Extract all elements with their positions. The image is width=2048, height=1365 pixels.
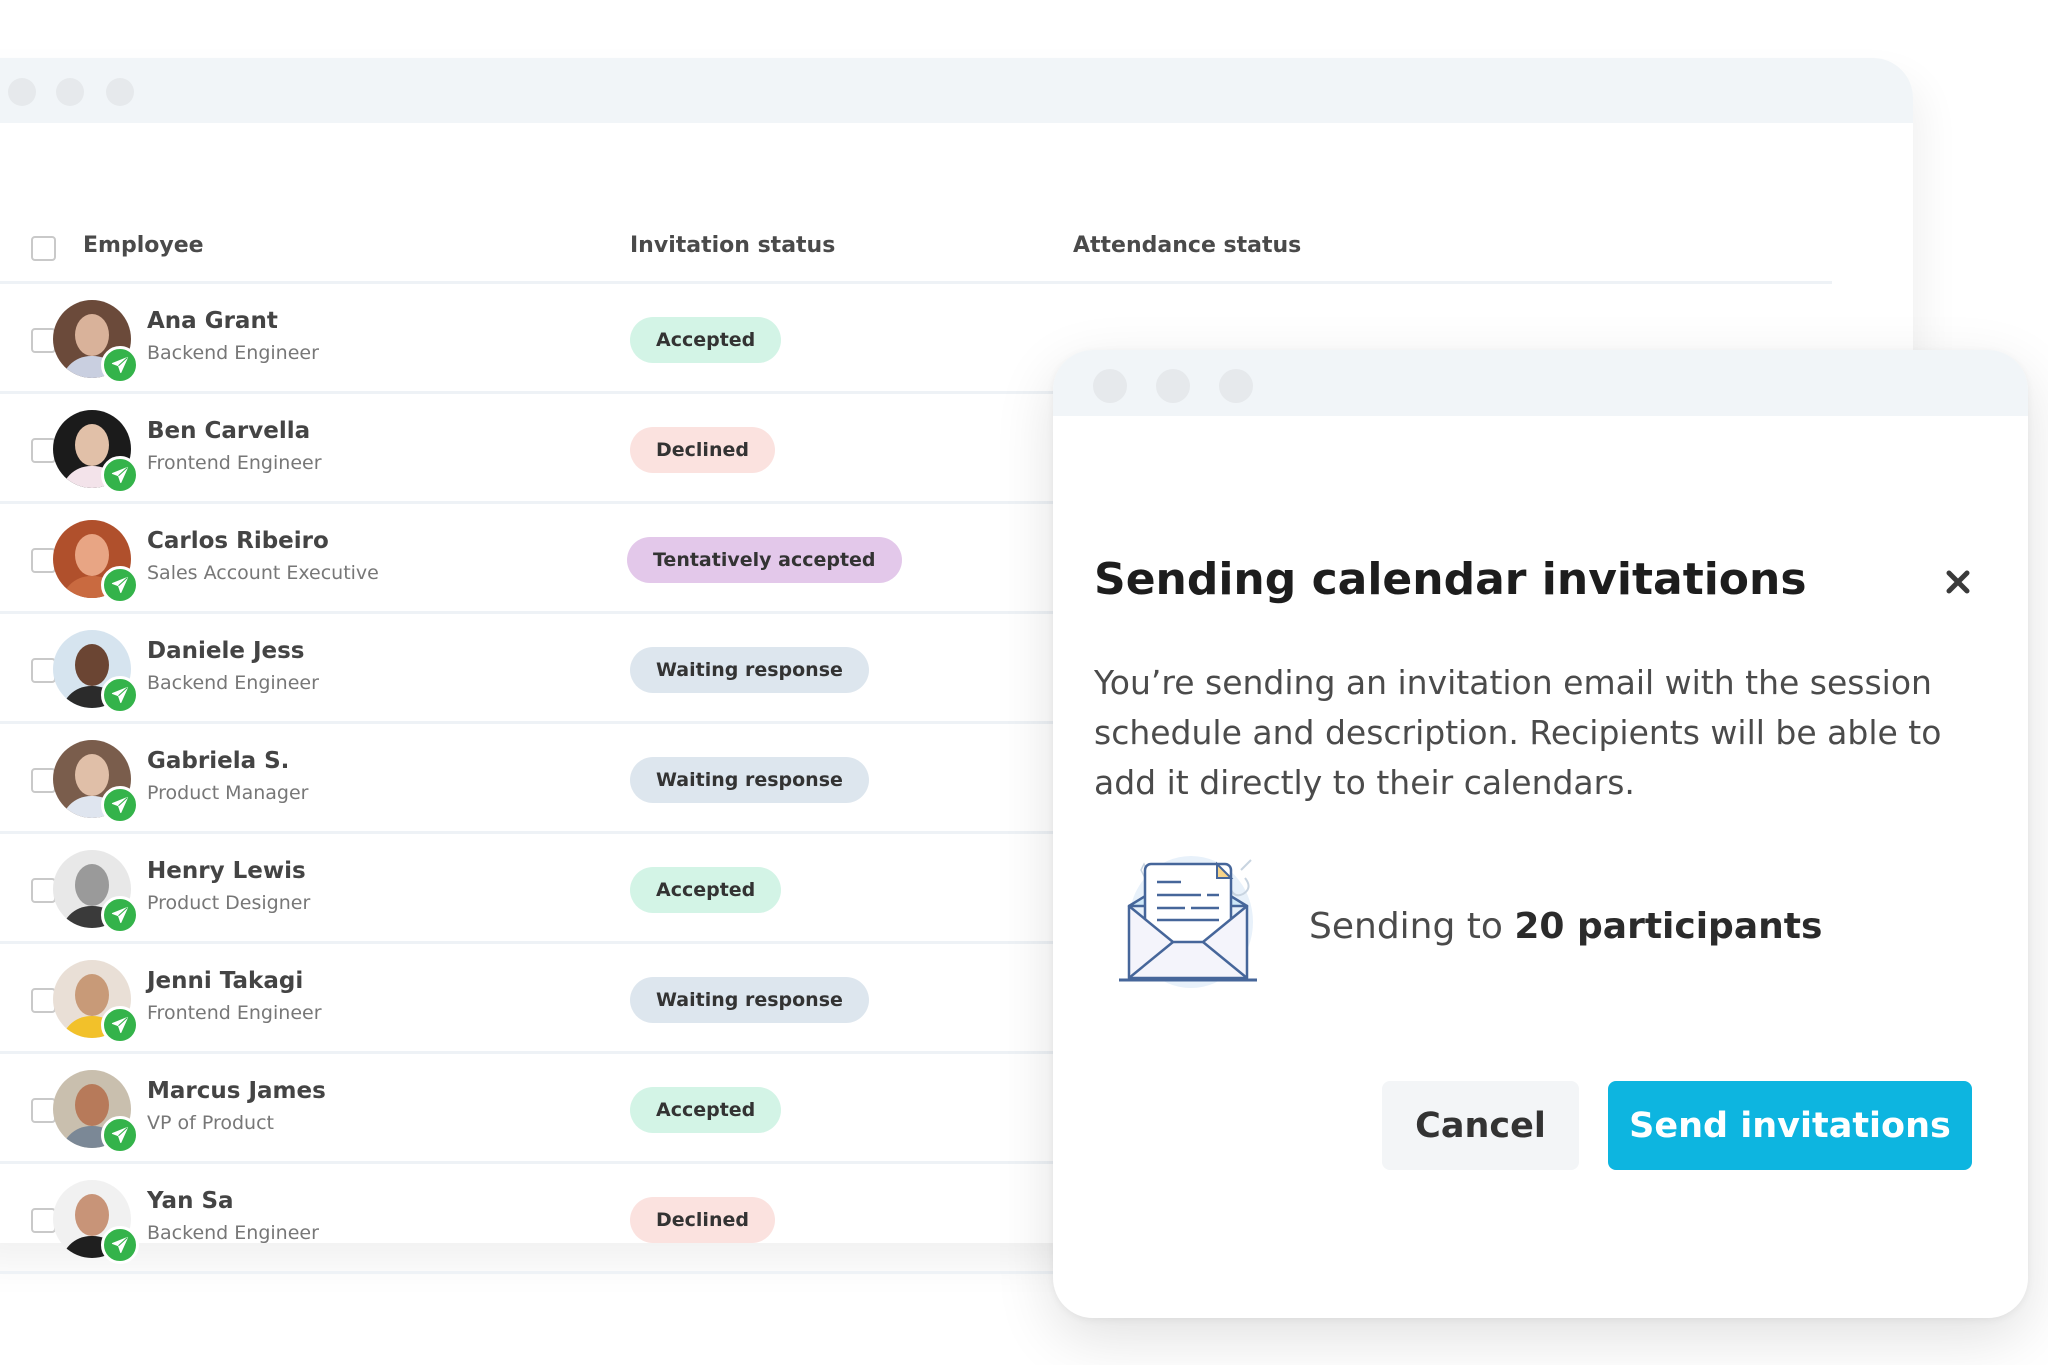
participants-summary: Sending to 20 participants xyxy=(1309,902,1822,952)
employee-name: Marcus James xyxy=(147,1078,326,1104)
cancel-button[interactable]: Cancel xyxy=(1382,1081,1579,1170)
avatar-face xyxy=(75,314,109,356)
avatar-face xyxy=(75,1084,109,1126)
modal-description: You’re sending an invitation email with … xyxy=(1094,663,1942,802)
invitation-status-badge: Waiting response xyxy=(630,647,869,693)
column-header-attendance-status[interactable]: Attendance status xyxy=(1073,231,1301,261)
invitation-status-badge: Accepted xyxy=(630,317,782,363)
sending-prefix: Sending to xyxy=(1309,906,1515,947)
paper-plane-icon xyxy=(101,566,139,604)
employee-name: Jenni Takagi xyxy=(147,968,304,994)
invitation-status-badge: Declined xyxy=(630,1197,775,1243)
employee-name: Henry Lewis xyxy=(147,858,306,884)
select-all-checkbox[interactable] xyxy=(31,236,56,261)
invitation-status-badge: Tentatively accepted xyxy=(627,537,902,583)
send-invitations-button[interactable]: Send invitations xyxy=(1608,1081,1972,1170)
invitation-status-badge: Accepted xyxy=(630,867,782,913)
window-titlebar xyxy=(0,58,1913,123)
employee-name: Yan Sa xyxy=(147,1188,234,1214)
modal-dot-maximize[interactable] xyxy=(1219,369,1253,403)
employee-role: Sales Account Executive xyxy=(147,562,379,584)
avatar-face xyxy=(75,534,109,576)
send-invitations-modal: Sending calendar invitations You’re send… xyxy=(1053,350,2028,1318)
column-header-invitation-status[interactable]: Invitation status xyxy=(630,231,835,261)
paper-plane-icon xyxy=(101,1226,139,1264)
invitation-status-badge: Accepted xyxy=(630,1087,782,1133)
window-dot-close[interactable] xyxy=(8,78,36,106)
employee-name: Ana Grant xyxy=(147,308,278,334)
avatar-face xyxy=(75,1194,109,1236)
invitation-status-badge: Waiting response xyxy=(630,757,869,803)
employee-name: Ben Carvella xyxy=(147,418,311,444)
employee-name: Gabriela S. xyxy=(147,748,290,774)
employee-name: Carlos Ribeiro xyxy=(147,528,329,554)
paper-plane-icon xyxy=(101,896,139,934)
paper-plane-icon xyxy=(101,1006,139,1044)
close-icon xyxy=(1946,570,1970,594)
modal-titlebar xyxy=(1053,350,2028,416)
window-dot-minimize[interactable] xyxy=(56,78,84,106)
employee-role: Backend Engineer xyxy=(147,1222,319,1244)
table-header: Employee Invitation status Attendance st… xyxy=(0,181,1832,284)
participants-count: 20 participants xyxy=(1514,906,1823,947)
paper-plane-icon xyxy=(101,346,139,384)
avatar-face xyxy=(75,864,109,906)
paper-plane-icon xyxy=(101,456,139,494)
paper-plane-icon xyxy=(101,786,139,824)
modal-dot-close[interactable] xyxy=(1093,369,1127,403)
invitation-status-badge: Waiting response xyxy=(630,977,869,1023)
employee-role: Product Manager xyxy=(147,782,309,804)
window-dot-maximize[interactable] xyxy=(106,78,134,106)
avatar-face xyxy=(75,644,109,686)
modal-title: Sending calendar invitations xyxy=(1094,554,1807,605)
paper-plane-icon xyxy=(101,1116,139,1154)
employee-role: Backend Engineer xyxy=(147,342,319,364)
envelope-icon xyxy=(1113,850,1263,1000)
paper-plane-icon xyxy=(101,676,139,714)
avatar-face xyxy=(75,424,109,466)
employee-role: Product Designer xyxy=(147,892,311,914)
employee-name: Daniele Jess xyxy=(147,638,305,664)
employee-role: Backend Engineer xyxy=(147,672,319,694)
modal-dot-minimize[interactable] xyxy=(1156,369,1190,403)
employee-role: Frontend Engineer xyxy=(147,1002,322,1024)
employee-role: VP of Product xyxy=(147,1112,274,1134)
employee-role: Frontend Engineer xyxy=(147,452,322,474)
avatar-face xyxy=(75,754,109,796)
invitation-status-badge: Declined xyxy=(630,427,775,473)
close-button[interactable] xyxy=(1938,562,1978,602)
avatar-face xyxy=(75,974,109,1016)
column-header-employee[interactable]: Employee xyxy=(83,231,204,261)
